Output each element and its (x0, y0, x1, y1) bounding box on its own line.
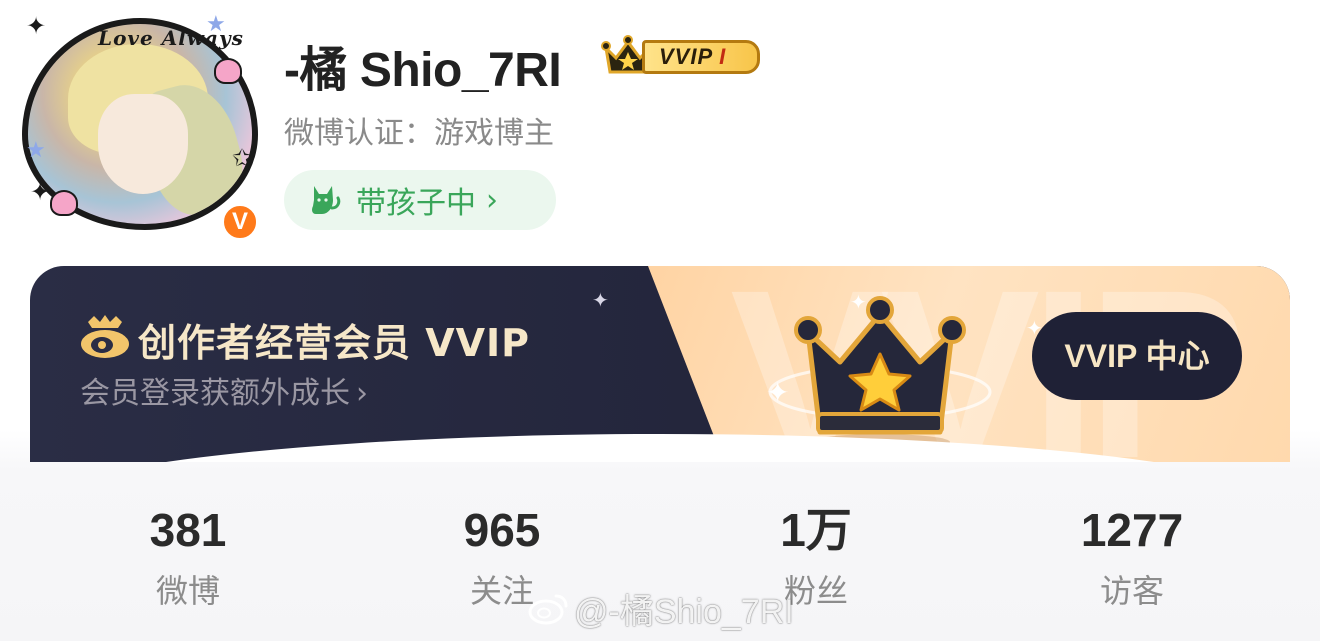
banner-title: 创作者经营会员 VVIP (138, 321, 531, 365)
status-label: 带孩子中 (356, 186, 476, 221)
star-icon: ✩ (232, 144, 253, 172)
stat-value: 1万 (780, 504, 852, 556)
avatar-face (98, 94, 188, 194)
sparkle-icon: ✦ (592, 288, 609, 312)
vvip-text: VVIP (659, 44, 714, 69)
stat-value: 965 (463, 504, 541, 556)
heart-icon (214, 58, 242, 84)
status-pill[interactable]: 带孩子中 › (284, 170, 556, 230)
vvip-badge[interactable]: VVIP I (600, 34, 762, 78)
weibo-logo-icon (528, 594, 568, 624)
chevron-right-icon: › (486, 182, 498, 218)
footer-watermark: @-橘Shio_7RI (528, 584, 794, 633)
chevron-right-icon: › (356, 376, 368, 411)
vvip-center-button[interactable]: VVIP 中心 (1032, 312, 1242, 400)
vvip-banner[interactable]: VVIP 创作者经营会员 VVIP 会员登录获额外成长 › ✦ ✦ ✦ ✦ VVI… (30, 266, 1290, 462)
heart-icon (50, 190, 78, 216)
sparkle-icon: ✦ (26, 12, 47, 40)
weibo-logo-icon (81, 315, 129, 358)
sparkle-icon: ✦ (30, 178, 51, 206)
verification-text: 微博认证：游戏博主 (284, 116, 554, 151)
vvip-tag: VVIP I (642, 40, 760, 74)
star-icon: ★ (206, 12, 226, 37)
star-icon: ★ (26, 138, 46, 163)
username: -橘 Shio_7RI (284, 44, 562, 97)
banner-subtitle-text: 会员登录获额外成长 (80, 376, 350, 411)
cat-icon (312, 186, 341, 214)
stat-value: 381 (149, 504, 227, 556)
stat-label: 访客 (1099, 572, 1164, 610)
crown-icon (768, 296, 992, 450)
stat-visitors[interactable]: 1277 访客 (1032, 500, 1232, 612)
stat-posts[interactable]: 381 微博 (88, 500, 288, 612)
footer-watermark-text: @-橘Shio_7RI (574, 593, 794, 631)
stat-value: 1277 (1080, 504, 1184, 556)
stat-label: 微博 (155, 572, 220, 610)
avatar[interactable]: Love Always ✦ ✦ ✩ ★ ★ V (18, 8, 266, 242)
verified-badge-icon: V (220, 202, 260, 242)
vvip-level: I (719, 44, 727, 69)
banner-subtitle[interactable]: 会员登录获额外成长 › (80, 368, 368, 412)
